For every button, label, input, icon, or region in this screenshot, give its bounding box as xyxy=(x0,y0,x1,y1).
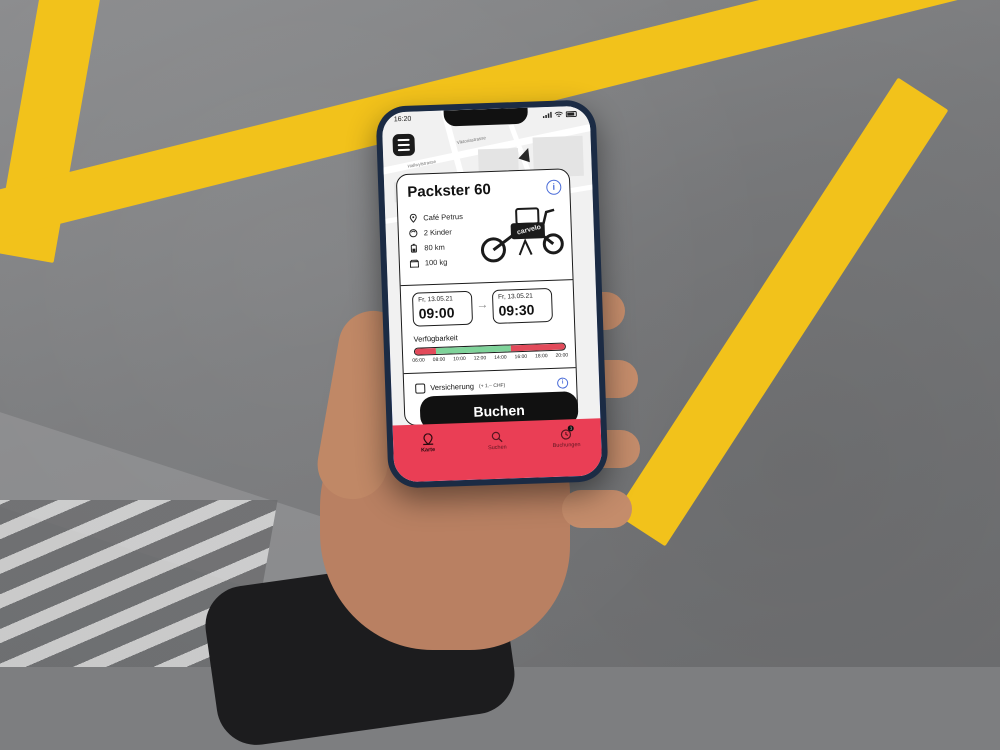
availability-tick: 14:00 xyxy=(494,354,507,361)
tab-karte[interactable]: Karte xyxy=(402,432,453,454)
info-icon[interactable]: i xyxy=(546,179,562,196)
wifi-icon xyxy=(554,111,563,117)
card-divider xyxy=(403,367,576,375)
availability-segment-available xyxy=(436,345,512,354)
availability-tick: 10:00 xyxy=(453,355,466,363)
search-icon xyxy=(491,431,503,443)
start-time: 09:00 xyxy=(418,304,455,322)
status-time: 16:20 xyxy=(393,115,412,124)
battery-icon xyxy=(409,243,418,253)
bike-title: Packster 60 xyxy=(407,180,492,201)
tab-bar: Karte Suchen 1 Buchungen xyxy=(392,418,603,483)
spec-weight: 100 kg xyxy=(409,254,465,271)
end-time: 09:30 xyxy=(498,301,535,319)
availability-tick: 08:00 xyxy=(432,356,446,364)
availability-tick: 20:00 xyxy=(555,352,569,359)
phone: 16:20 Viktoriastrasse Hallwylstrasse Pac… xyxy=(375,99,609,489)
phone-screen: 16:20 Viktoriastrasse Hallwylstrasse Pac… xyxy=(381,105,603,483)
start-date: Fr, 13.05.21 xyxy=(418,295,453,304)
card-divider xyxy=(400,279,573,287)
availability-tick: 16:00 xyxy=(514,353,528,361)
notification-badge: 1 xyxy=(567,425,575,432)
weight-box-icon xyxy=(409,259,420,268)
availability-tick: 12:00 xyxy=(473,355,487,362)
location-pin-icon xyxy=(408,213,417,223)
hamburger-icon xyxy=(397,143,410,147)
child-icon xyxy=(409,229,418,238)
bike-detail-card: Packster 60 i Café Petrus 2 Kinder 80 km… xyxy=(395,168,579,427)
info-icon[interactable]: i xyxy=(556,377,569,389)
insurance-checkbox[interactable] xyxy=(415,382,426,394)
clock-icon: 1 xyxy=(560,425,575,440)
availability-tick: 06:00 xyxy=(412,357,425,364)
signal-icon xyxy=(542,111,552,118)
end-time-selector[interactable]: Fr, 13.05.21 09:30 xyxy=(491,287,554,324)
insurance-price: (+ 1.– CHF) xyxy=(478,382,506,390)
finger xyxy=(562,490,632,528)
arrow-right-icon: → xyxy=(476,297,489,312)
availability-label: Verfügbarkeit xyxy=(413,333,458,344)
start-time-selector[interactable]: Fr, 13.05.21 09:00 xyxy=(411,290,474,327)
hamburger-icon xyxy=(397,148,410,152)
end-date: Fr, 13.05.21 xyxy=(497,292,533,301)
battery-status-icon xyxy=(565,110,577,117)
availability-segment-unavailable xyxy=(511,343,565,352)
insurance-label: Versicherung xyxy=(430,381,475,393)
map-pin-icon xyxy=(421,433,433,446)
availability-segment-unavailable xyxy=(414,347,437,355)
tab-suchen[interactable]: Suchen xyxy=(472,430,523,452)
hamburger-icon xyxy=(397,138,410,142)
availability-tick: 18:00 xyxy=(535,353,548,360)
bike-specs: Café Petrus 2 Kinder 80 km 100 kg xyxy=(408,209,465,271)
menu-button[interactable] xyxy=(392,133,416,157)
tab-buchungen[interactable]: 1 Buchungen xyxy=(541,425,592,450)
